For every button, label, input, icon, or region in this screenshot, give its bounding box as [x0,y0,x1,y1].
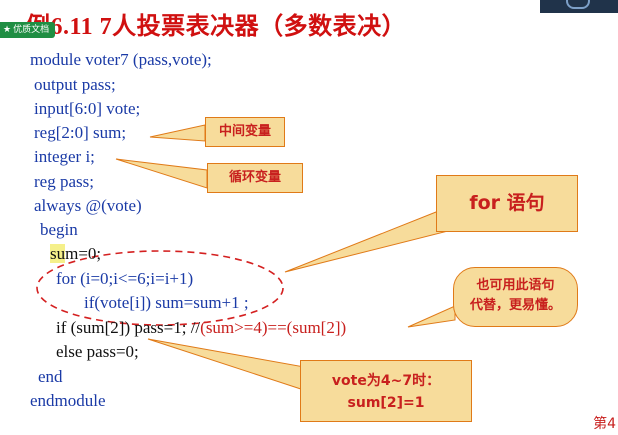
code-line: reg pass; [34,172,94,192]
mid-var-pointer [149,124,206,142]
code-text: begin [40,220,78,239]
alt-stmt-callout: 也可用此语句 代替，更易懂。 [453,267,578,327]
alt-stmt-pointer [407,305,456,328]
page-number: 第4 [593,416,616,432]
vote-range-callout: vote为4~7时： sum[2]=1 [300,360,472,422]
code-text: module voter7 (pass,vote); [30,50,212,69]
callout-text: vote为4~7时： [331,373,441,389]
code-text: if (sum[2]) pass=1; // [56,318,201,337]
code-line: begin [40,220,78,240]
code-line: input[6:0] vote; [34,99,140,119]
vote-pointer [147,338,311,393]
code-text: for (i=0;i<=6;i=i+1) [56,269,194,288]
code-text: end [38,367,63,386]
code-line: reg[2:0] sum; [34,123,126,143]
code-line: end [38,367,63,387]
code-text: if(vote[i]) sum=sum+1 ; [84,293,249,312]
code-line: if(vote[i]) sum=sum+1 ; [84,293,249,313]
loop-var-callout: 循环变量 [207,163,303,193]
callout-text: 也可用此语句 [476,278,555,293]
callout-text: for 语句 [469,192,545,214]
callout-text: 循环变量 [228,170,281,185]
callout-text: 代替，更易懂。 [469,298,561,313]
code-comment: (sum>=4)==(sum[2]) [200,318,347,337]
code-text: endmodule [30,391,106,410]
code-text: input[6:0] vote; [34,99,141,118]
code-line: else pass=0; [56,342,139,362]
code-line: integer i; [34,147,95,167]
code-line: module voter7 (pass,vote); [30,50,212,70]
code-line: for (i=0;i<=6;i=i+1) [56,269,193,289]
code-text: reg pass; [34,172,94,191]
code-line: output pass; [34,75,116,95]
code-text: reg[2:0] sum; [34,123,127,142]
code-line: always @(vote) [34,196,142,216]
for-stmt-pointer [284,211,453,273]
code-line: if (sum[2]) pass=1; //(sum>=4)==(sum[2]) [56,318,346,338]
code-text: m=0; [65,244,102,263]
callout-text: 中间变量 [218,124,271,139]
code-line: sum=0; [50,244,101,264]
for-stmt-callout: for 语句 [436,175,578,232]
mid-var-callout: 中间变量 [205,117,285,147]
loop-var-pointer [115,158,208,189]
code-text-highlighted: su [50,244,66,263]
code-text: integer i; [34,147,95,166]
code-text: output pass; [34,75,116,94]
callout-text: sum[2]=1 [347,395,425,411]
code-text: always @(vote) [34,196,142,215]
code-line: endmodule [30,391,106,411]
code-text: else pass=0; [56,342,139,361]
